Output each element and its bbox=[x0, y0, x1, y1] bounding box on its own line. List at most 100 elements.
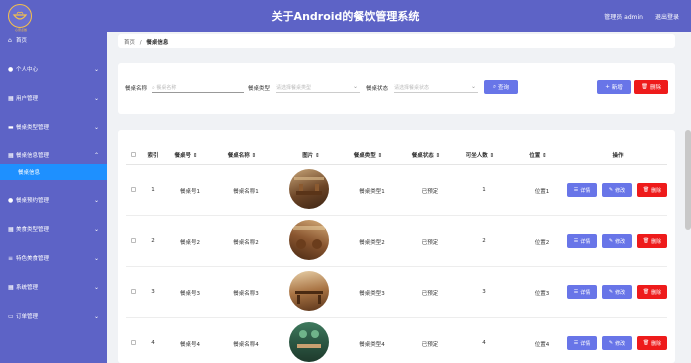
cell-location: 位置2 bbox=[534, 240, 550, 246]
column-header-sortable[interactable]: 图片 ⇕ bbox=[286, 151, 336, 159]
chevron-down-icon: ⌄ bbox=[93, 196, 99, 204]
logout-link[interactable]: 退出登录 bbox=[655, 12, 679, 21]
column-header-sortable[interactable]: 餐桌号 ⇕ bbox=[166, 151, 206, 159]
query-button[interactable]: ⌕ 查询 bbox=[484, 80, 518, 94]
cell-type: 餐桌类型2 bbox=[359, 240, 385, 246]
table-row: 1 餐桌号1 餐桌名称1 餐桌类型1 已预定 1 位置1 ☰ 详情 ✎ 修改 🗑 删除 bbox=[126, 165, 667, 216]
sidebar-item-system[interactable]: ▦ 系统管理 ⌄ bbox=[0, 280, 107, 294]
detail-button[interactable]: ☰ 详情 bbox=[567, 183, 597, 197]
row-checkbox[interactable] bbox=[131, 340, 136, 345]
sidebar-item-label: 首页 bbox=[16, 38, 28, 44]
table-photo bbox=[289, 322, 329, 362]
type-label: 餐桌类型 bbox=[248, 86, 271, 92]
sidebar-item-table-types[interactable]: ▬ 餐桌类型管理 ⌄ bbox=[0, 120, 107, 134]
cell-table-no: 餐桌号3 bbox=[180, 291, 200, 297]
column-header-sortable[interactable]: 可坐人数 ⇕ bbox=[456, 151, 504, 159]
table-photo bbox=[289, 271, 329, 311]
chevron-down-icon: ⌄ bbox=[93, 225, 99, 233]
edit-button[interactable]: ✎ 修改 bbox=[602, 234, 632, 248]
search-icon: ⌕ bbox=[152, 85, 155, 91]
add-button[interactable]: + 新增 bbox=[597, 80, 631, 94]
sidebar-item-label: 用户管理 bbox=[16, 96, 39, 102]
sidebar-item-users[interactable]: ▦ 用户管理 ⌄ bbox=[0, 91, 107, 105]
row-checkbox[interactable] bbox=[131, 238, 136, 243]
edit-button[interactable]: ✎ 修改 bbox=[602, 285, 632, 299]
search-icon: ⌕ bbox=[492, 83, 497, 90]
grid-icon: ▦ bbox=[8, 151, 14, 159]
column-header-sortable[interactable]: 餐桌状态 ⇕ bbox=[402, 151, 450, 159]
edit-button[interactable]: ✎ 修改 bbox=[602, 336, 632, 350]
sidebar-item-specialty-food[interactable]: ≡ 特色美食管理 ⌄ bbox=[0, 251, 107, 265]
trash-icon: 🗑 bbox=[642, 187, 650, 193]
cell-status: 已预定 bbox=[421, 342, 439, 348]
sidebar-item-reservations[interactable]: ● 餐桌预约管理 ⌄ bbox=[0, 193, 107, 207]
cell-index: 2 bbox=[151, 238, 155, 244]
list-icon: ☰ bbox=[573, 340, 579, 346]
cell-status: 已预定 bbox=[421, 189, 439, 195]
cell-location: 位置4 bbox=[534, 342, 550, 348]
sidebar-item-orders[interactable]: ▭ 订单管理 ⌄ bbox=[0, 309, 107, 323]
trash-icon: 🗑 bbox=[642, 238, 650, 244]
cell-seats: 4 bbox=[482, 340, 486, 346]
grid-icon: ▦ bbox=[8, 94, 14, 102]
detail-button[interactable]: ☰ 详情 bbox=[567, 336, 597, 350]
cell-table-no: 餐桌号1 bbox=[180, 189, 200, 195]
table-name-input[interactable]: ⌕ 餐桌名称 bbox=[152, 81, 244, 93]
input-placeholder: 餐桌名称 bbox=[156, 85, 177, 91]
cell-status: 已预定 bbox=[421, 240, 439, 246]
detail-button[interactable]: ☰ 详情 bbox=[567, 234, 597, 248]
column-header-sortable[interactable]: 餐桌类型 ⇕ bbox=[344, 151, 392, 159]
sidebar-item-label: 个人中心 bbox=[16, 67, 39, 73]
sidebar-item-home[interactable]: ⌂ 首页 bbox=[0, 33, 107, 47]
vertical-scrollbar[interactable] bbox=[685, 130, 691, 230]
table-icon: ▬ bbox=[8, 123, 14, 131]
row-checkbox[interactable] bbox=[131, 289, 136, 294]
select-all-checkbox[interactable] bbox=[131, 152, 136, 157]
table-row: 2 餐桌号2 餐桌名称2 餐桌类型2 已预定 2 位置2 ☰ 详情 ✎ 修改 🗑 删除 bbox=[126, 216, 667, 267]
cell-name: 餐桌名称2 bbox=[233, 240, 259, 246]
trash-icon: 🗑 bbox=[642, 340, 650, 346]
list-icon: ☰ bbox=[573, 187, 579, 193]
table-status-select[interactable]: 请选择餐桌状态 ⌄ bbox=[394, 81, 478, 93]
button-label: 删除 bbox=[649, 85, 661, 91]
top-header: 心意点餐 关于Android的餐饮管理系统 管理员 admin 退出登录 bbox=[0, 0, 691, 32]
breadcrumb-home[interactable]: 首页 bbox=[124, 40, 135, 46]
breadcrumb-separator: / bbox=[139, 40, 142, 46]
grid-icon: ▦ bbox=[8, 283, 14, 291]
chevron-down-icon: ⌄ bbox=[93, 283, 99, 291]
sidebar-item-table-info-mgmt[interactable]: ▦ 餐桌信息管理 ⌃ bbox=[0, 148, 107, 162]
cell-table-no: 餐桌号4 bbox=[180, 342, 200, 348]
delete-button[interactable]: 🗑 删除 bbox=[637, 336, 667, 350]
user-icon: ● bbox=[8, 65, 14, 73]
chevron-down-icon: ⌄ bbox=[352, 83, 358, 90]
row-checkbox[interactable] bbox=[131, 187, 136, 192]
select-placeholder: 请选择餐桌状态 bbox=[394, 85, 430, 91]
batch-delete-button[interactable]: 🗑 删除 bbox=[634, 80, 668, 94]
column-header-sortable[interactable]: 餐桌名称 ⇕ bbox=[218, 151, 266, 159]
delete-button[interactable]: 🗑 删除 bbox=[637, 234, 667, 248]
delete-button[interactable]: 🗑 删除 bbox=[637, 183, 667, 197]
sidebar-item-label: 餐桌信息管理 bbox=[16, 153, 50, 159]
delete-button[interactable]: 🗑 删除 bbox=[637, 285, 667, 299]
sidebar-item-label: 系统管理 bbox=[16, 285, 39, 291]
sidebar-item-food-types[interactable]: ▦ 美食类型管理 ⌄ bbox=[0, 222, 107, 236]
sidebar-item-personal[interactable]: ● 个人中心 ⌄ bbox=[0, 62, 107, 76]
detail-button[interactable]: ☰ 详情 bbox=[567, 285, 597, 299]
edit-button[interactable]: ✎ 修改 bbox=[602, 183, 632, 197]
edit-icon: ✎ bbox=[608, 238, 614, 244]
name-label: 餐桌名称 bbox=[125, 86, 148, 92]
table-type-select[interactable]: 请选择餐桌类型 ⌄ bbox=[276, 81, 360, 93]
column-header-sortable[interactable]: 位置 ⇕ bbox=[516, 151, 560, 159]
cell-seats: 3 bbox=[482, 289, 486, 295]
cell-index: 3 bbox=[151, 289, 155, 295]
column-header: 操作 bbox=[612, 153, 624, 159]
chevron-down-icon: ⌄ bbox=[93, 254, 99, 262]
chevron-down-icon: ⌄ bbox=[93, 123, 99, 131]
plus-icon: + bbox=[605, 84, 610, 90]
cell-index: 4 bbox=[151, 340, 155, 346]
list-icon: ☰ bbox=[573, 289, 579, 295]
table-photo bbox=[289, 169, 329, 209]
cell-table-no: 餐桌号2 bbox=[180, 240, 200, 246]
sidebar-subitem-table-info[interactable]: 餐桌信息 bbox=[0, 164, 107, 180]
cell-seats: 1 bbox=[482, 187, 486, 193]
